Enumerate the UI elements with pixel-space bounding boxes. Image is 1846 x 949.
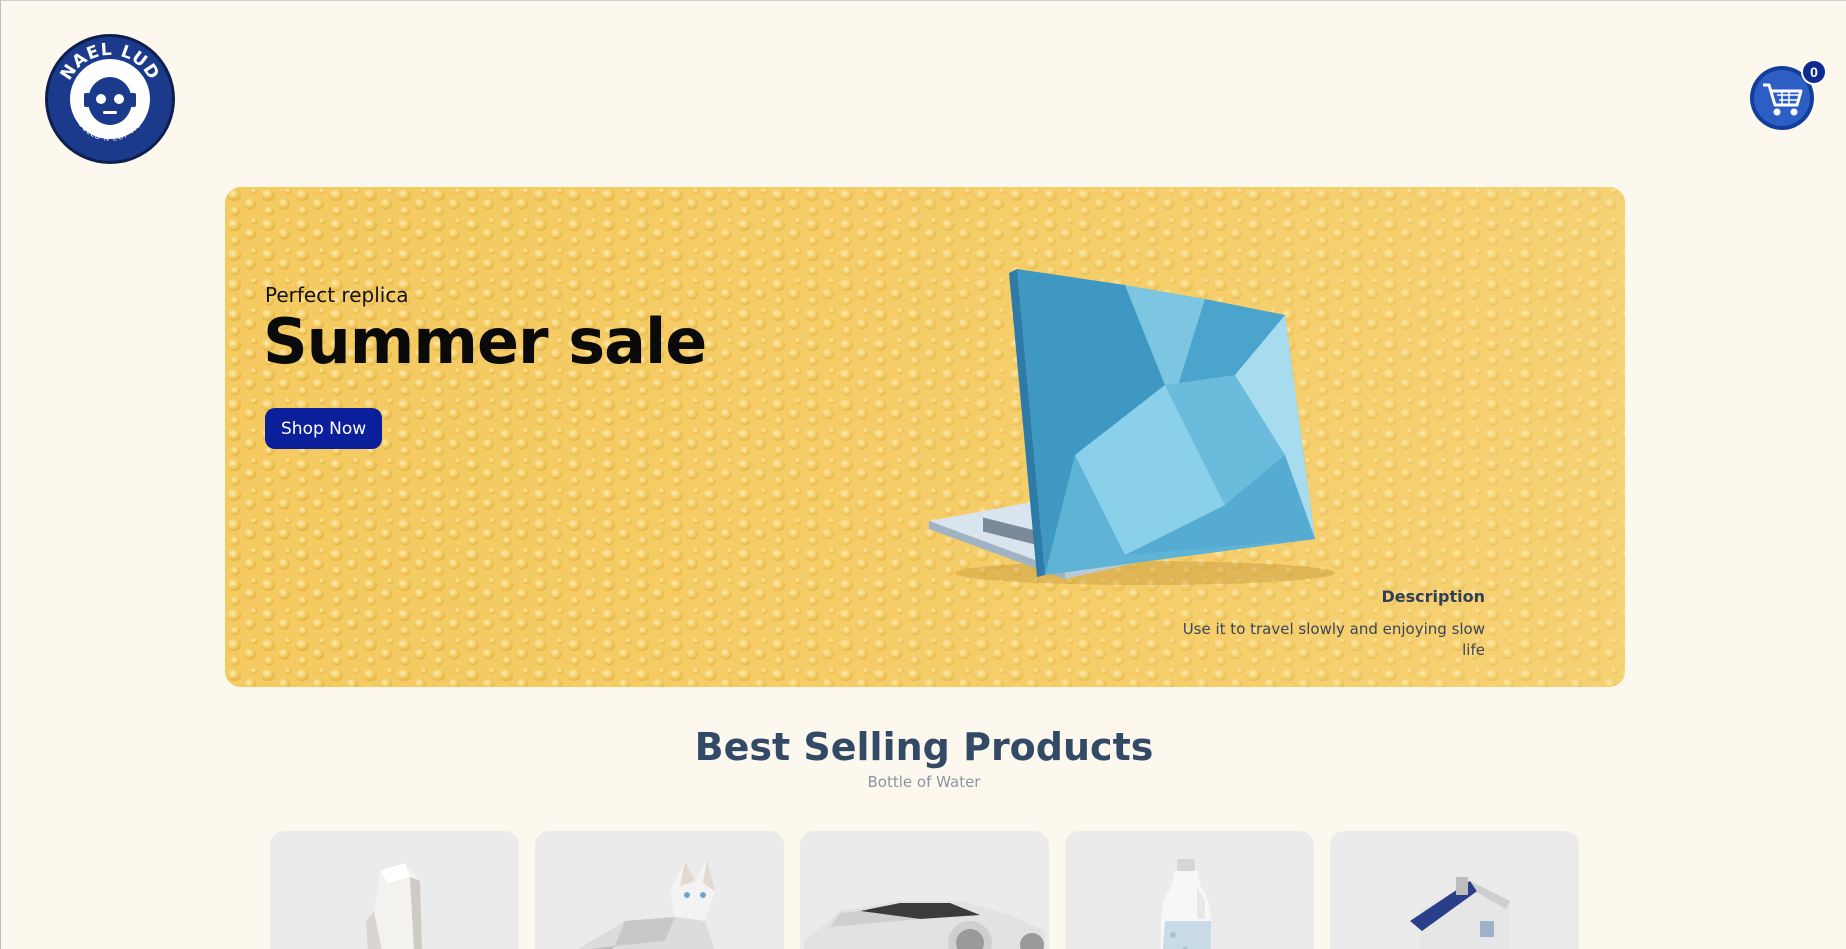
top-navigation: NAEL LUD BELLD N EOP MO 0 <box>1 1 1846 181</box>
hero-subtitle: Perfect replica <box>265 283 409 307</box>
hero-banner: Perfect replica Summer sale Shop Now Des… <box>225 187 1625 687</box>
product-card-cat[interactable] <box>535 831 784 949</box>
product-card-headphones[interactable] <box>270 831 519 949</box>
description-heading: Description <box>1381 587 1485 606</box>
cart-button[interactable]: 0 <box>1749 59 1827 131</box>
cart-count-badge: 0 <box>1801 59 1827 85</box>
description-text: Use it to travel slowly and enjoying slo… <box>1182 620 1485 659</box>
shop-now-button[interactable]: Shop Now <box>265 408 383 449</box>
hero-title: Summer sale <box>263 305 707 378</box>
product-grid <box>270 831 1590 949</box>
robot-face-icon: NAEL LUD BELLD N EOP MO <box>45 34 175 164</box>
best-selling-subtitle: Bottle of Water <box>867 773 981 791</box>
product-card-house[interactable] <box>1330 831 1579 949</box>
best-selling-title: Best Selling Products <box>694 725 1154 769</box>
cat-product-image <box>578 859 715 949</box>
sports-car-product-image <box>804 901 1045 949</box>
product-card-car[interactable] <box>800 831 1049 949</box>
laptop-product-image[interactable] <box>925 255 1345 595</box>
product-card-bottle[interactable] <box>1065 831 1314 949</box>
headphones-product-image <box>366 863 422 949</box>
house-product-image <box>1410 877 1510 949</box>
water-bottle-product-image <box>1161 859 1211 949</box>
brand-logo[interactable]: NAEL LUD BELLD N EOP MO <box>44 33 176 165</box>
